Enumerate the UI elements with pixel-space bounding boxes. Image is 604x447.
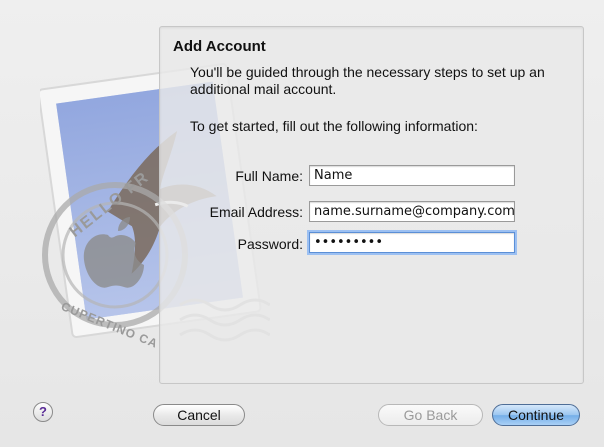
cancel-button[interactable]: Cancel xyxy=(153,404,245,426)
email-address-label: Email Address: xyxy=(209,204,303,220)
continue-button[interactable]: Continue xyxy=(492,404,580,426)
password-label: Password: xyxy=(237,236,303,252)
add-account-window: HELLO FR CUPERTINO CA Add Account You'll… xyxy=(0,0,604,447)
email-address-field[interactable]: name.surname@company.com xyxy=(309,201,515,222)
full-name-label: Full Name: xyxy=(235,168,303,184)
dialog-title: Add Account xyxy=(173,38,266,55)
password-field[interactable]: ••••••••• xyxy=(309,232,515,253)
help-button[interactable]: ? xyxy=(33,402,53,422)
prompt-text: To get started, fill out the following i… xyxy=(190,118,478,134)
intro-text: You'll be guided through the necessary s… xyxy=(190,64,545,97)
full-name-field[interactable]: Name xyxy=(309,165,515,186)
question-mark-icon: ? xyxy=(39,404,47,419)
go-back-button[interactable]: Go Back xyxy=(378,404,483,426)
